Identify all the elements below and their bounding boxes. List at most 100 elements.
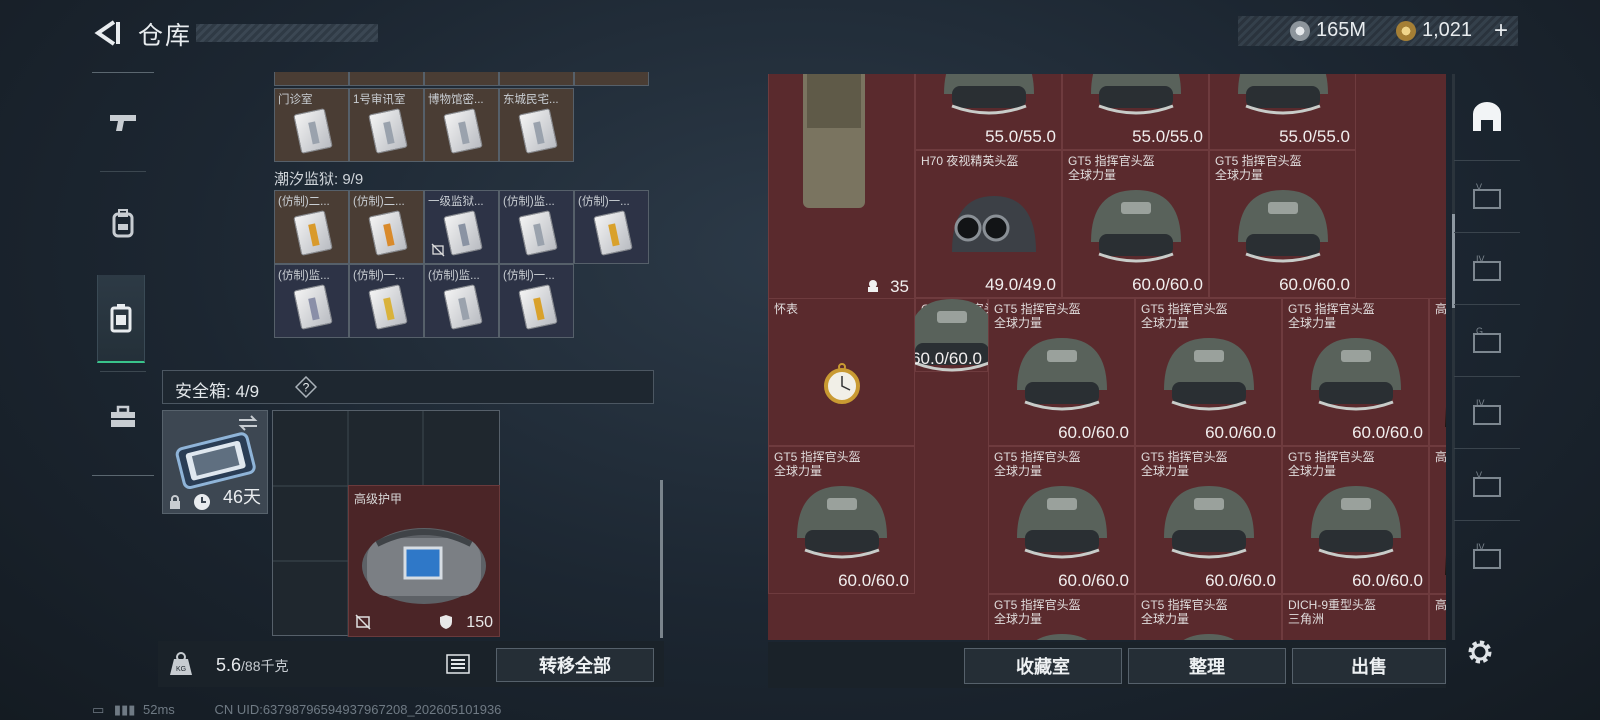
- storage-item[interactable]: 35: [768, 74, 915, 300]
- storage-item[interactable]: GT5 指挥官头盔 全球力量60.0/60.0: [1282, 298, 1429, 446]
- item-durability: 60.0/60.0: [1205, 571, 1276, 590]
- weight-value: 5.6/88千克: [216, 655, 289, 676]
- item-durability: 60.0/60.0: [1205, 423, 1276, 442]
- nav-weapons[interactable]: [92, 79, 154, 167]
- storage-item[interactable]: GT5 指挥官头盔 全球力量 60.0/60.0: [1135, 446, 1282, 594]
- armor-bag-icon: [362, 528, 486, 604]
- storage-item[interactable]: GT5 指挥官头盔 全球力量60.0/60.0: [1062, 150, 1209, 298]
- gold-coin-icon: [1396, 21, 1416, 41]
- sell-button[interactable]: 出售: [1292, 648, 1446, 684]
- storage-item[interactable]: GT5 指挥官头盔 全球力量60.0/60.0: [906, 298, 1008, 372]
- item-name: (仿制)监...: [428, 270, 480, 282]
- key-card-item[interactable]: 门诊室: [274, 88, 349, 162]
- sort-button[interactable]: 整理: [1128, 648, 1286, 684]
- storage-tab-icon: V: [1473, 470, 1501, 497]
- item-name: GT5 指挥官头盔 全球力量: [1141, 302, 1228, 330]
- storage-item[interactable]: GT5 指挥官头盔 全球力量 60.0/60.0: [1282, 446, 1429, 594]
- storage-tab-icon: IV: [1473, 542, 1501, 569]
- grid-cell[interactable]: [574, 72, 649, 86]
- title-decoration: [196, 24, 378, 42]
- storage-item[interactable]: GT5 指挥官头盔 全球力量: [988, 594, 1135, 640]
- item-name: (仿制)一...: [503, 270, 555, 282]
- swap-icon[interactable]: [237, 415, 259, 431]
- item-durability: 60.0/60.0: [1352, 423, 1423, 442]
- key-card-item[interactable]: 东城民宅...: [499, 88, 574, 162]
- pocket-watch-icon: [823, 362, 860, 404]
- storage-item[interactable]: 怀表: [768, 298, 915, 446]
- item-name: (仿制)监...: [503, 196, 555, 208]
- storage-item[interactable]: GT5 指挥官头盔 全球力量60.0/60.0: [988, 298, 1135, 446]
- tab-storage-2[interactable]: IV: [1454, 376, 1520, 448]
- storage-item[interactable]: GT5 指挥官头盔 全球力量60.0/60.0: [768, 446, 915, 594]
- storage-item[interactable]: GT5 指挥官头盔 全球力量60.0/60.0: [1209, 150, 1356, 298]
- storage-item[interactable]: GT5 指挥官头盔 全球力量 60.0/60.0: [1135, 298, 1282, 446]
- storage-item[interactable]: 55.0/55.0: [1062, 74, 1209, 150]
- back-button[interactable]: [92, 18, 122, 48]
- storage-item[interactable]: GT5 指挥官头盔 全球力量60.0/60.0: [988, 446, 1135, 594]
- key-card-item[interactable]: (仿制)监...: [274, 264, 349, 338]
- key-card-item[interactable]: 1号审讯室: [349, 88, 424, 162]
- grid-cell[interactable]: [424, 72, 499, 86]
- safe-box-slot[interactable]: 46天: [162, 410, 268, 514]
- currency-silver-value: 165M: [1316, 19, 1367, 41]
- key-card-item[interactable]: 一级监狱...: [424, 190, 499, 264]
- tab-storage-0[interactable]: IV: [1454, 520, 1520, 592]
- storage-item[interactable]: GT5 指挥官头盔 全球力量: [1135, 594, 1282, 640]
- left-scrollbar[interactable]: [660, 480, 663, 638]
- item-name: 高级护甲: [354, 492, 403, 506]
- signal-icon: ▮▮▮: [113, 702, 136, 717]
- item-name: 一级监狱...: [428, 196, 484, 208]
- advanced-armor-item[interactable]: 高级护甲 150: [348, 485, 500, 637]
- item-name: GT5 指挥官头盔 全球力量: [1141, 450, 1228, 478]
- help-button[interactable]: ?: [295, 376, 317, 398]
- nav-toolbox[interactable]: [92, 373, 154, 461]
- grid-cell[interactable]: [274, 72, 349, 86]
- key-card-item[interactable]: (仿制)监...: [499, 190, 574, 264]
- item-durability: 60.0/60.0: [1279, 275, 1350, 294]
- storage-item[interactable]: 高级咖啡豆: [1429, 298, 1446, 446]
- tab-storage-1[interactable]: V: [1454, 448, 1520, 520]
- key-card-item[interactable]: (仿制)一...: [574, 190, 649, 264]
- nav-storage[interactable]: [97, 275, 145, 363]
- key-card-icon: [368, 210, 408, 256]
- tab-storage-4[interactable]: IV: [1454, 232, 1520, 304]
- tab-storage-3[interactable]: G: [1454, 304, 1520, 376]
- helmet-icon: [1163, 485, 1254, 559]
- storage-item[interactable]: 高级咖啡豆: [1429, 446, 1446, 594]
- svg-text:V: V: [1476, 182, 1482, 192]
- storage-item[interactable]: 55.0/55.0: [1209, 74, 1356, 150]
- storage-item[interactable]: DICH-9重型头盔 三角洲: [1282, 594, 1429, 640]
- item-durability: 60.0/60.0: [1352, 571, 1423, 590]
- item-name: 怀表: [774, 302, 799, 316]
- tab-storage-5[interactable]: V: [1454, 160, 1520, 232]
- storage-item[interactable]: 55.0/55.0: [915, 74, 1062, 150]
- backpack-icon: [112, 209, 134, 238]
- settings-button[interactable]: [1464, 636, 1496, 668]
- list-view-button[interactable]: [446, 653, 470, 675]
- storage-item[interactable]: H70 夜视精英头盔 49.0/49.0: [915, 150, 1062, 298]
- item-name: GT5 指挥官头盔 全球力量: [1288, 450, 1375, 478]
- storage-item[interactable]: 高级咖啡豆: [1429, 594, 1446, 640]
- coffee-bag-icon: [1443, 639, 1447, 640]
- helmet-icon: [1016, 485, 1107, 559]
- collection-room-button[interactable]: 收藏室: [964, 648, 1122, 684]
- item-name: GT5 指挥官头盔 全球力量: [1141, 598, 1228, 626]
- item-name: 高级咖啡豆: [1435, 598, 1446, 612]
- safe-box-title: 安全箱: 4/9: [175, 382, 260, 401]
- key-card-item[interactable]: (仿制)二...: [349, 190, 424, 264]
- helmet-icon: [1090, 74, 1181, 115]
- key-card-item[interactable]: (仿制)监...: [424, 264, 499, 338]
- transfer-all-button[interactable]: 转移全部: [496, 648, 654, 682]
- key-card-item[interactable]: (仿制)一...: [349, 264, 424, 338]
- grid-cell[interactable]: [499, 72, 574, 86]
- nav-backpack[interactable]: [92, 179, 154, 267]
- add-currency-button[interactable]: +: [1494, 17, 1508, 45]
- item-name: (仿制)二...: [353, 196, 405, 208]
- no-trade-icon: [355, 614, 371, 630]
- tab-home-storage[interactable]: [1454, 74, 1520, 160]
- grid-cell[interactable]: [349, 72, 424, 86]
- ping-value: 52ms: [143, 702, 175, 717]
- key-card-item[interactable]: (仿制)二...: [274, 190, 349, 264]
- key-card-item[interactable]: 博物馆密...: [424, 88, 499, 162]
- key-card-item[interactable]: (仿制)一...: [499, 264, 574, 338]
